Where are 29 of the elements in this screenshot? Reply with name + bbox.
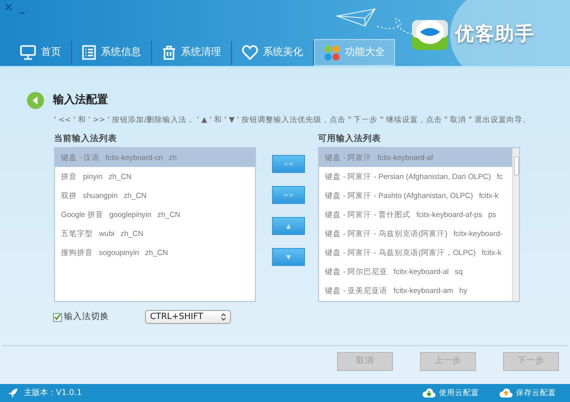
scrollbar-thumb[interactable] xyxy=(514,156,518,176)
scrollbar[interactable] xyxy=(512,148,519,302)
minimize-button[interactable]: _ xyxy=(18,2,26,14)
shortcut-dropdown[interactable]: CTRL+SHIFT xyxy=(145,310,231,324)
heart-icon xyxy=(242,45,258,60)
checkbox-label: 输入法切换 xyxy=(64,310,109,324)
list-label: 可用输入法列表 xyxy=(318,134,382,146)
robot-logo-icon xyxy=(412,18,448,50)
close-button[interactable]: ✕ xyxy=(3,2,14,14)
checkbox[interactable] xyxy=(53,312,62,322)
nav-tab[interactable]: 系统清理 xyxy=(152,39,231,66)
check-icon xyxy=(54,313,61,322)
back-icon[interactable] xyxy=(27,92,44,109)
trash-icon xyxy=(162,45,176,60)
apps-icon xyxy=(324,44,340,60)
rocket-icon xyxy=(8,388,18,398)
version-text: 主版本：V1.0.1 xyxy=(24,387,82,399)
monitor-icon xyxy=(20,45,36,60)
page-title: 输入法配置 xyxy=(53,92,108,108)
cloud-upload-icon xyxy=(499,388,513,398)
cloud-download-icon xyxy=(422,388,436,398)
nav-tab[interactable]: 系统美化 xyxy=(232,39,313,66)
nav-tab[interactable]: 系统信息 xyxy=(72,39,151,66)
nav-tab[interactable]: 首页 xyxy=(10,39,71,66)
list-icon xyxy=(82,45,96,60)
app-name: 优客助手 xyxy=(455,22,535,47)
nav-tab[interactable]: 功能大全 xyxy=(314,39,395,66)
list-label: 当前输入法列表 xyxy=(54,134,118,146)
spinner-icon xyxy=(221,313,226,322)
